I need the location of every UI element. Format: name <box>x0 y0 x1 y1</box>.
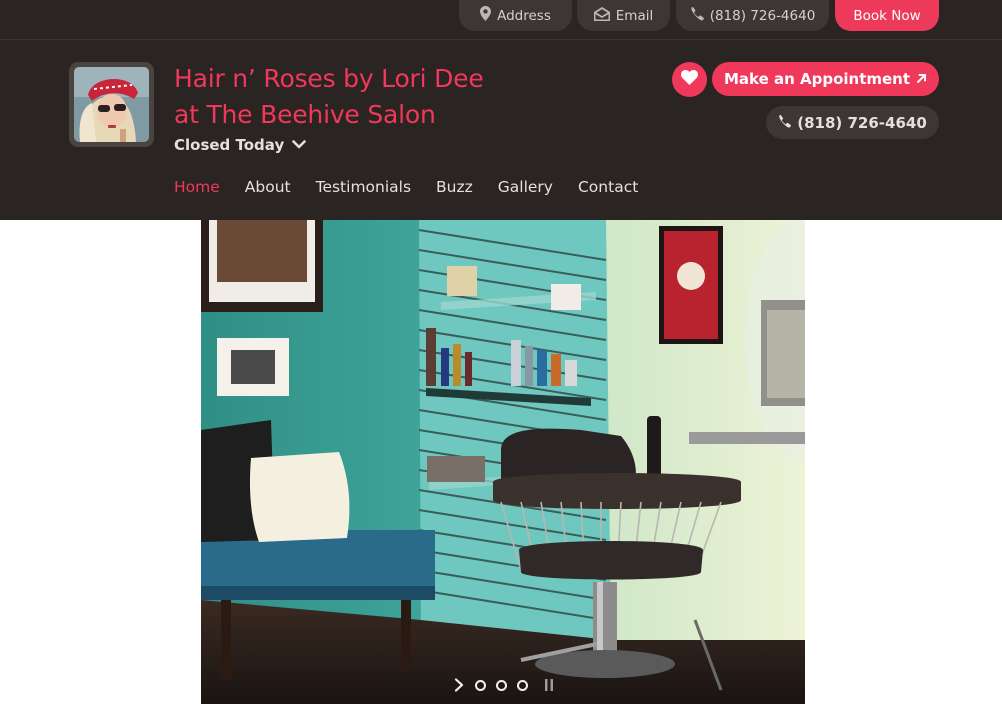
slideshow-controls <box>201 678 805 692</box>
top-utility-bar: Address Email (818) 726-4640 Book Now <box>0 0 1002 40</box>
pause-icon[interactable] <box>544 678 554 692</box>
hours-status: Closed Today <box>174 136 285 154</box>
phone-icon <box>690 6 704 25</box>
business-name-line1: Hair n’ Roses by Lori Dee <box>174 64 484 93</box>
nav-item-gallery[interactable]: Gallery <box>498 178 553 196</box>
nav-item-contact[interactable]: Contact <box>578 178 638 196</box>
slide-dot-2[interactable] <box>495 679 507 691</box>
appointment-label: Make an Appointment <box>723 70 911 88</box>
make-appointment-button[interactable]: Make an Appointment <box>712 62 939 96</box>
phone-button[interactable]: (818) 726-4640 <box>766 106 939 139</box>
hero-slideshow[interactable] <box>201 220 805 704</box>
external-arrow-icon <box>916 70 927 88</box>
nav-item-home[interactable]: Home <box>174 178 220 196</box>
envelope-icon <box>593 6 610 25</box>
site-header: Hair n’ Roses by Lori Dee at The Beehive… <box>0 40 1002 220</box>
address-label: Address <box>497 7 551 24</box>
email-button[interactable]: Email <box>577 0 670 31</box>
business-name[interactable]: Hair n’ Roses by Lori Dee at The Beehive… <box>174 61 484 133</box>
phone-icon <box>778 114 792 132</box>
slide-dot-3[interactable] <box>516 679 528 691</box>
chevron-down-icon <box>292 136 307 154</box>
email-label: Email <box>615 7 654 24</box>
phone-button-top[interactable]: (818) 726-4640 <box>676 0 829 31</box>
map-pin-icon <box>480 6 492 25</box>
avatar <box>69 62 154 147</box>
favorite-button[interactable] <box>672 62 707 97</box>
address-button[interactable]: Address <box>459 0 572 31</box>
slide-dot-1[interactable] <box>474 679 486 691</box>
nav-item-about[interactable]: About <box>245 178 291 196</box>
nav-item-buzz[interactable]: Buzz <box>436 178 473 196</box>
hours-toggle[interactable]: Closed Today <box>174 136 307 154</box>
book-now-button[interactable]: Book Now <box>835 0 939 31</box>
nav-item-testimonials[interactable]: Testimonials <box>316 178 411 196</box>
next-arrow-icon[interactable] <box>453 678 465 692</box>
phone-label-top: (818) 726-4640 <box>709 7 816 24</box>
salon-interior-photo <box>201 220 805 704</box>
main-nav: Home About Testimonials Buzz Gallery Con… <box>174 178 638 196</box>
book-now-label: Book Now <box>853 7 921 24</box>
business-name-line2: at The Beehive Salon <box>174 100 436 129</box>
heart-icon <box>681 69 698 89</box>
phone-label: (818) 726-4640 <box>797 113 927 132</box>
